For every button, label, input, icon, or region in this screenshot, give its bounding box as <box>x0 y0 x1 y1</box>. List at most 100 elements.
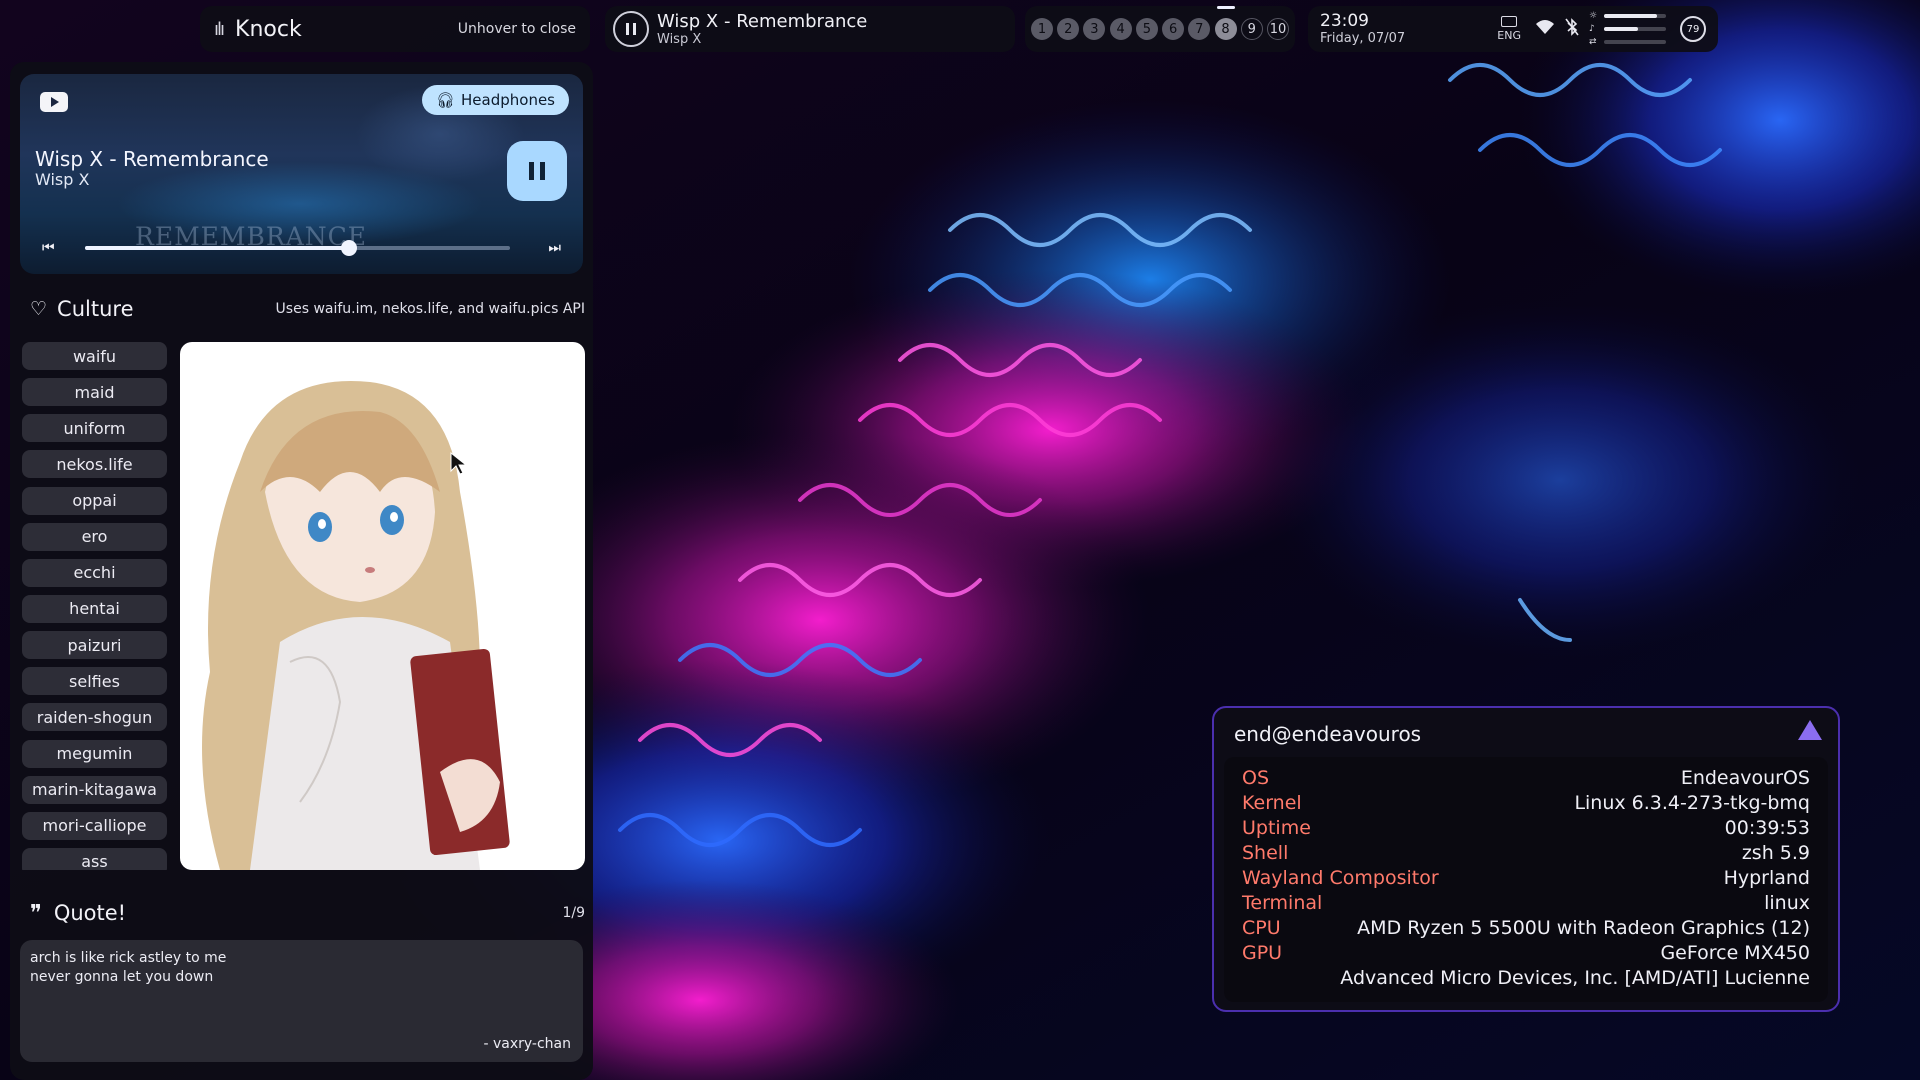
pause-circle-icon[interactable] <box>613 11 649 47</box>
quick-sliders: ☼ ♪ ⇄ <box>1589 11 1666 47</box>
keyboard-layout-indicator[interactable]: ENG <box>1497 16 1521 42</box>
tag-button[interactable]: uniform <box>22 414 167 443</box>
progress-knob[interactable] <box>340 240 357 256</box>
tag-button[interactable]: paizuri <box>22 631 167 660</box>
tag-button[interactable]: nekos.life <box>22 450 167 479</box>
info-key: GPU <box>1242 941 1283 964</box>
quote-line: never gonna let you down <box>30 969 214 985</box>
tag-button[interactable]: waifu <box>22 342 167 370</box>
knock-hint: Unhover to close <box>457 21 576 37</box>
keyboard-icon <box>1501 16 1518 27</box>
info-row: Uptime 00:39:53 <box>1242 815 1810 840</box>
quote-line: arch is like rick astley to me <box>30 950 227 966</box>
tag-button[interactable]: ero <box>22 522 167 551</box>
quote-icon: ❞ <box>30 900 42 926</box>
tag-button[interactable]: maid <box>22 378 167 407</box>
workspace-button[interactable]: 2 <box>1057 18 1080 40</box>
info-value: Advanced Micro Devices, Inc. [AMD/ATI] L… <box>1340 966 1810 989</box>
network-bar <box>1604 40 1666 44</box>
brightness-icon: ☼ <box>1589 11 1598 21</box>
brightness-slider[interactable] <box>1604 14 1666 18</box>
knock-panel[interactable]: ılı Knock Unhover to close <box>200 6 590 52</box>
keyboard-layout-label: ENG <box>1497 29 1521 42</box>
info-key: OS <box>1242 766 1270 789</box>
workspace-button[interactable]: 4 <box>1109 18 1132 40</box>
info-key: Kernel <box>1242 791 1302 814</box>
clock-system-tray: 23:09 Friday, 07/07 ENG ☼ ♪ ⇄ 79 <box>1308 6 1718 52</box>
info-row: GPU GeForce MX450 <box>1242 940 1810 965</box>
pause-button[interactable] <box>507 141 567 201</box>
user-host: end@endeavouros <box>1234 722 1422 746</box>
playback-progress-slider[interactable] <box>85 240 510 256</box>
workspace-button[interactable]: 7 <box>1188 18 1211 40</box>
info-key: Shell <box>1242 841 1289 864</box>
workspace-button[interactable]: 1 <box>1031 18 1053 40</box>
wifi-icon[interactable] <box>1535 19 1555 40</box>
media-player-card: 🎧︎ Headphones Wisp X - Remembrance Wisp … <box>20 74 583 274</box>
endeavouros-logo-icon <box>1798 720 1822 740</box>
info-value: zsh 5.9 <box>1741 841 1810 864</box>
quote-header: ❞ Quote! 1/9 <box>30 898 585 928</box>
workspace-button[interactable]: 6 <box>1162 18 1185 40</box>
player-track-title: Wisp X - Remembrance <box>35 147 269 171</box>
network-icon: ⇄ <box>1589 37 1597 47</box>
info-key: CPU <box>1242 916 1281 939</box>
next-track-button[interactable]: ⏭ <box>548 240 561 256</box>
heart-icon: ♡ <box>30 298 48 320</box>
tag-button[interactable]: megumin <box>22 739 167 768</box>
tag-button[interactable]: marin-kitagawa <box>22 775 167 804</box>
info-row: CPU AMD Ryzen 5 5500U with Radeon Graphic… <box>1242 915 1810 940</box>
info-row: Shell zsh 5.9 <box>1242 840 1810 865</box>
volume-slider[interactable] <box>1604 27 1666 31</box>
media-artist: Wisp X <box>657 31 702 47</box>
player-track-artist: Wisp X <box>35 170 90 189</box>
info-value: AMD Ryzen 5 5500U with Radeon Graphics (… <box>1357 916 1810 939</box>
sidebar-panel: 🎧︎ Headphones Wisp X - Remembrance Wisp … <box>10 62 593 1080</box>
system-info-widget: end@endeavouros OS EndeavourOS Kernel Linu… <box>1212 706 1840 1012</box>
workspace-button[interactable]: 9 <box>1240 18 1263 40</box>
output-device-button[interactable]: 🎧︎ Headphones <box>421 85 569 115</box>
workspace-button-active[interactable]: 8 <box>1214 6 1237 40</box>
output-device-label: Headphones <box>461 91 555 109</box>
youtube-icon <box>40 92 68 112</box>
tag-button[interactable]: oppai <box>22 486 167 515</box>
culture-tag-list[interactable]: waifu maid uniform nekos.life oppai ero … <box>22 342 167 870</box>
info-row: Advanced Micro Devices, Inc. [AMD/ATI] L… <box>1242 965 1810 990</box>
clock[interactable]: 23:09 Friday, 07/07 <box>1320 11 1405 47</box>
system-tray: ENG ☼ ♪ ⇄ 79 <box>1497 11 1706 47</box>
media-title: Wisp X - Remembrance <box>657 10 868 32</box>
mouse-cursor-icon <box>450 452 468 475</box>
workspace-button[interactable]: 10 <box>1266 18 1289 40</box>
volume-icon: ♪ <box>1589 24 1595 34</box>
tag-button[interactable]: ass <box>22 847 167 870</box>
tag-button[interactable]: ecchi <box>22 558 167 587</box>
quote-counter: 1/9 <box>562 905 585 921</box>
workspace-switcher: 1 2 3 4 5 6 7 8 9 10 <box>1025 6 1295 52</box>
workspace-button[interactable]: 5 <box>1135 18 1158 40</box>
info-key: Wayland Compositor <box>1242 866 1439 889</box>
info-key: Uptime <box>1242 816 1311 839</box>
bluetooth-off-icon[interactable] <box>1565 17 1579 41</box>
info-row: Kernel Linux 6.3.4-273-tkg-bmq <box>1242 790 1810 815</box>
info-key: Terminal <box>1242 891 1323 914</box>
info-value: Linux 6.3.4-273-tkg-bmq <box>1574 791 1810 814</box>
tag-button[interactable]: hentai <box>22 594 167 623</box>
battery-indicator[interactable]: 79 <box>1680 16 1706 42</box>
info-row: OS EndeavourOS <box>1242 765 1810 790</box>
tag-button[interactable]: selfies <box>22 667 167 696</box>
anime-image[interactable] <box>180 342 585 870</box>
system-info-table: OS EndeavourOS Kernel Linux 6.3.4-273-tkg-… <box>1224 757 1828 1002</box>
tag-button[interactable]: mori-calliope <box>22 811 167 840</box>
info-value: EndeavourOS <box>1680 766 1810 789</box>
culture-header: ♡ Culture Uses waifu.im, nekos.life, and… <box>30 294 585 324</box>
quote-card[interactable]: arch is like rick astley to me never gon… <box>20 940 583 1062</box>
info-value: Hyprland <box>1723 866 1810 889</box>
previous-track-button[interactable]: ⏮ <box>42 240 55 256</box>
info-row: Wayland Compositor Hyprland <box>1242 865 1810 890</box>
tag-button[interactable]: raiden-shogun <box>22 703 167 732</box>
media-widget[interactable]: Wisp X - Remembrance Wisp X <box>605 6 1015 52</box>
info-value: linux <box>1764 891 1810 914</box>
workspace-button[interactable]: 3 <box>1083 18 1106 40</box>
clock-time: 23:09 <box>1320 11 1369 31</box>
headphones-icon: 🎧︎ <box>435 91 456 109</box>
